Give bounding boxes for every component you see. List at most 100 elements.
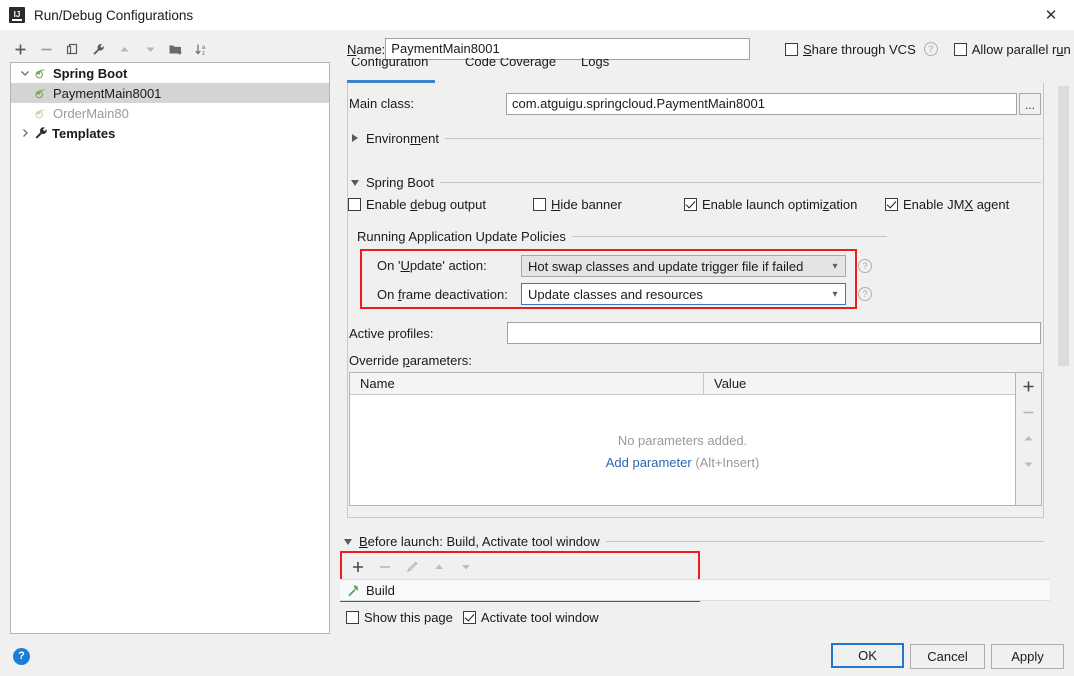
on-frame-deactivation-help-icon[interactable]: ? [858, 287, 872, 301]
folder-add-icon[interactable] [164, 37, 188, 61]
checkbox-box[interactable] [348, 198, 361, 211]
help-icon[interactable]: ? [923, 42, 938, 56]
checkbox-box[interactable] [533, 198, 546, 211]
checkbox-box[interactable] [953, 42, 967, 56]
window-left-edge [0, 30, 4, 676]
show-this-page-checkbox[interactable]: Show this page [346, 610, 453, 625]
add-parameter-link-row[interactable]: Add parameter (Alt+Insert) [606, 455, 760, 470]
move-parameter-down-button[interactable] [1017, 451, 1041, 477]
chevron-down-icon[interactable] [344, 537, 353, 546]
svg-text:z: z [202, 51, 205, 57]
share-through-vcs-label: Share through VCS [803, 41, 916, 57]
checkbox-box[interactable] [885, 198, 898, 211]
update-policies-section-header: Running Application Update Policies [357, 228, 887, 244]
configurations-tree[interactable]: Spring Boot PaymentMain8001 OrderMain80 [10, 62, 330, 634]
enable-launch-optimization-label: Enable launch optimization [702, 197, 858, 212]
spring-boot-section-header[interactable]: Spring Boot [351, 174, 1041, 190]
environment-section-header[interactable]: Environment [351, 130, 1041, 146]
remove-parameter-button[interactable] [1017, 399, 1041, 425]
enable-debug-output-checkbox[interactable]: Enable debug output [348, 197, 486, 212]
tree-node-paymentmain8001[interactable]: PaymentMain8001 [11, 83, 329, 103]
on-frame-deactivation-dropdown[interactable]: Update classes and resources ▾ [521, 283, 846, 305]
enable-jmx-agent-checkbox[interactable]: Enable JMX agent [885, 197, 1009, 212]
close-icon[interactable]: ✕ [1028, 0, 1074, 30]
move-task-down-button[interactable] [454, 555, 478, 579]
enable-launch-optimization-checkbox[interactable]: Enable launch optimization [684, 197, 857, 212]
activate-tool-window-label: Activate tool window [480, 610, 599, 625]
checkbox-box[interactable] [684, 198, 697, 211]
name-label: Name: [347, 41, 386, 57]
enable-jmx-agent-label: Enable JMX agent [903, 197, 1010, 212]
name-input[interactable]: PaymentMain8001 [385, 38, 751, 60]
tree-node-spring-boot[interactable]: Spring Boot [11, 63, 329, 83]
chevron-down-icon[interactable] [351, 178, 360, 187]
before-launch-section-header[interactable]: Before launch: Build, Activate tool wind… [344, 533, 1044, 549]
add-parameter-button[interactable] [1017, 373, 1041, 399]
on-update-action-value: Hot swap classes and update trigger file… [528, 258, 804, 274]
arrow-up-icon[interactable] [112, 37, 136, 61]
chevron-down-icon[interactable] [17, 65, 33, 81]
tab-bar: Configuration Code Coverage Logs [347, 58, 1050, 84]
wrench-icon[interactable] [86, 37, 110, 61]
tab-code-coverage[interactable]: Code Coverage [465, 58, 556, 80]
name-row: Name: PaymentMain8001 [347, 38, 751, 60]
parameters-side-toolbar [1016, 372, 1042, 506]
checkbox-box[interactable] [462, 611, 476, 624]
add-parameter-link[interactable]: Add parameter [606, 455, 692, 470]
sort-alpha-icon[interactable]: a z [190, 37, 214, 61]
hide-banner-label: Hide banner [551, 197, 622, 212]
spring-boot-icon [35, 69, 46, 79]
chevron-right-icon[interactable] [17, 125, 33, 141]
add-parameter-hint: (Alt+Insert) [695, 455, 760, 470]
tree-node-templates[interactable]: Templates [11, 123, 329, 143]
arrow-down-icon[interactable] [138, 37, 162, 61]
parameters-table[interactable]: Name Value No parameters added. Add para… [349, 372, 1016, 506]
allow-parallel-run-checkbox[interactable]: Allow parallel run [953, 42, 1071, 57]
before-launch-options: Show this page Activate tool window [346, 610, 599, 625]
show-this-page-label: Show this page [364, 610, 453, 625]
spring-boot-icon [35, 109, 46, 119]
chevron-right-icon[interactable] [351, 133, 360, 143]
copy-icon[interactable] [60, 37, 84, 61]
remove-task-button[interactable] [373, 555, 397, 579]
pencil-icon[interactable] [400, 555, 424, 579]
cancel-button[interactable]: Cancel [910, 644, 985, 669]
active-profiles-input[interactable] [507, 322, 1041, 344]
empty-message: No parameters added. [617, 433, 748, 448]
enable-debug-output-label: Enable debug output [366, 197, 487, 212]
main-class-input[interactable]: com.atguigu.springcloud.PaymentMain8001 [506, 93, 1017, 115]
tree-node-label: Templates [52, 125, 116, 141]
tab-configuration[interactable]: Configuration [351, 58, 428, 80]
move-parameter-up-button[interactable] [1017, 425, 1041, 451]
main-class-browse-button[interactable]: ... [1019, 93, 1041, 115]
activate-tool-window-checkbox[interactable]: Activate tool window [462, 610, 599, 625]
on-update-action-help-icon[interactable]: ? [858, 259, 872, 273]
checkbox-box[interactable] [785, 42, 798, 56]
header-options: Share through VCS ? Allow parallel run [785, 39, 1071, 59]
hide-banner-checkbox[interactable]: Hide banner [533, 197, 622, 212]
ok-button[interactable]: OK [831, 643, 904, 668]
active-profiles-label: Active profiles: [349, 326, 434, 341]
share-through-vcs-checkbox[interactable]: Share through VCS [785, 42, 916, 57]
window-titlebar: Run/Debug Configurations ✕ [0, 0, 1074, 30]
on-update-action-dropdown[interactable]: Hot swap classes and update trigger file… [521, 255, 846, 277]
help-icon[interactable]: ? [13, 648, 30, 665]
checkbox-box[interactable] [346, 611, 359, 624]
before-launch-task-list[interactable]: Build [340, 579, 1050, 601]
tree-node-ordermain80[interactable]: OrderMain80 [11, 103, 329, 123]
before-launch-toolbar [346, 555, 478, 579]
tree-node-label: PaymentMain8001 [53, 85, 162, 101]
tree-node-label: Spring Boot [53, 65, 128, 81]
add-configuration-button[interactable] [8, 37, 32, 61]
move-task-up-button[interactable] [427, 555, 451, 579]
remove-configuration-button[interactable] [34, 37, 58, 61]
tab-logs[interactable]: Logs [581, 58, 609, 80]
table-header-row: Name Value [350, 373, 1015, 395]
panel-scrollbar-thumb[interactable] [1058, 86, 1069, 366]
table-empty-state: No parameters added. Add parameter (Alt+… [350, 395, 1015, 505]
column-header-name: Name [350, 373, 704, 395]
add-task-button[interactable] [346, 555, 370, 579]
on-frame-deactivation-label: On frame deactivation: [377, 287, 508, 302]
spring-boot-section-label: Spring Boot [366, 174, 434, 190]
apply-button[interactable]: Apply [991, 644, 1064, 669]
